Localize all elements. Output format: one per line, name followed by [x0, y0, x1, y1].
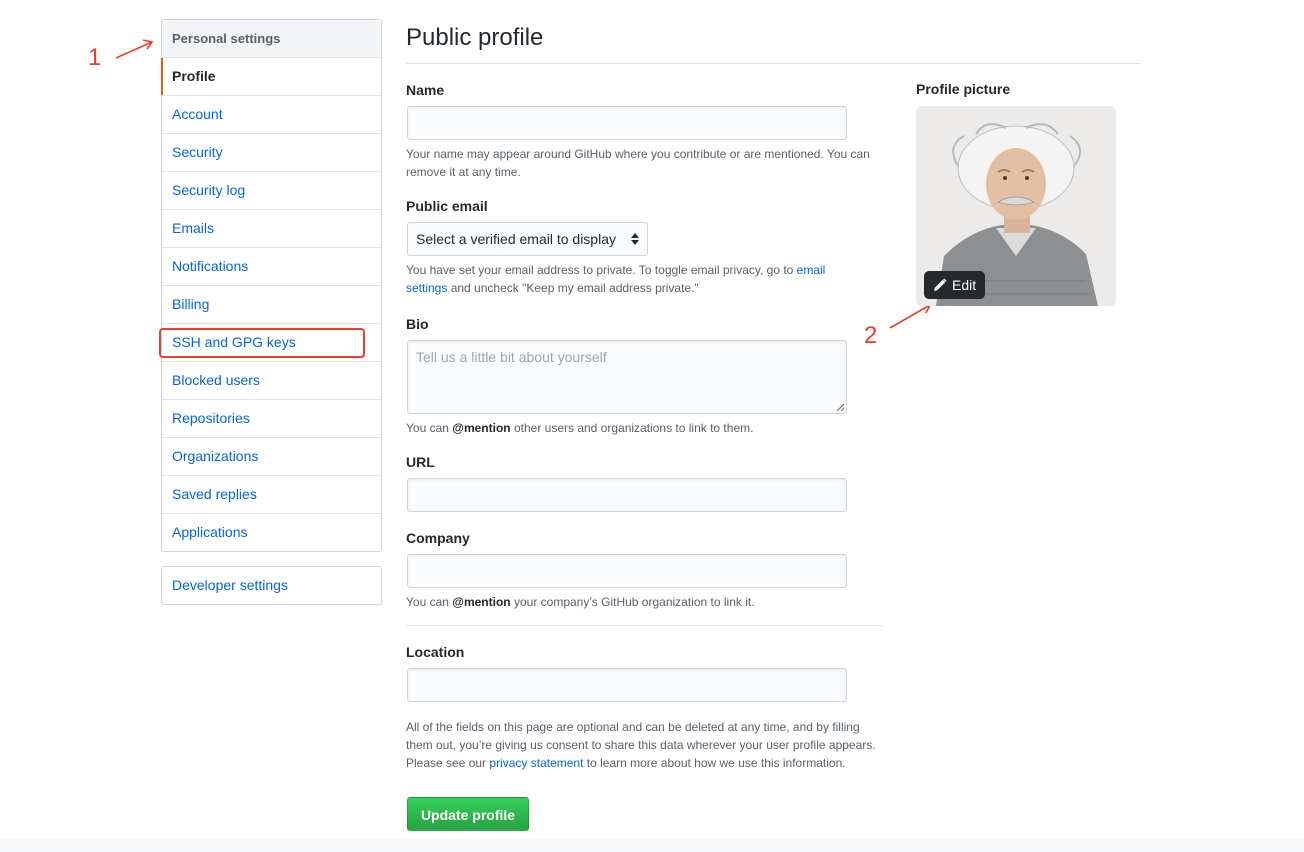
section-divider: [406, 625, 884, 626]
sidebar-item-blocked-users[interactable]: Blocked users: [162, 362, 381, 400]
company-input[interactable]: [407, 554, 847, 588]
developer-settings-menu: Developer settings: [161, 566, 382, 605]
public-email-selected-value: Select a verified email to display: [416, 231, 616, 247]
annotation-arrow-2: [889, 303, 932, 329]
annotation-marker-1: 1: [88, 44, 102, 71]
consent-note-tail: to learn more about how we use this info…: [583, 756, 846, 770]
sidebar-item-security[interactable]: Security: [162, 134, 381, 172]
public-email-note: You have set your email address to priva…: [406, 261, 866, 297]
sidebar-item-applications[interactable]: Applications: [162, 514, 381, 551]
sidebar-item-repositories[interactable]: Repositories: [162, 400, 381, 438]
select-caret-icon: [631, 233, 639, 245]
sidebar-item-saved-replies[interactable]: Saved replies: [162, 476, 381, 514]
name-input[interactable]: [407, 106, 847, 140]
company-note-tail: your company’s GitHub organization to li…: [510, 595, 755, 609]
bio-placeholder: Tell us a little bit about yourself: [416, 349, 607, 365]
sidebar-heading: Personal settings: [162, 20, 381, 58]
company-label: Company: [406, 530, 470, 546]
update-profile-button[interactable]: Update profile: [407, 797, 529, 831]
public-email-note-text: You have set your email address to priva…: [406, 263, 797, 277]
bio-note-tail: other users and organizations to link to…: [510, 421, 754, 435]
bio-note-mention: @mention: [452, 421, 511, 435]
sidebar-item-security-log[interactable]: Security log: [162, 172, 381, 210]
bio-textarea[interactable]: Tell us a little bit about yourself: [407, 340, 847, 414]
page-title: Public profile: [406, 24, 544, 51]
public-email-select[interactable]: Select a verified email to display: [407, 222, 648, 256]
bio-note: You can @mention other users and organiz…: [406, 419, 876, 437]
company-note-mention: @mention: [452, 595, 511, 609]
edit-profile-picture-button[interactable]: Edit: [924, 271, 985, 299]
name-note: Your name may appear around GitHub where…: [406, 147, 870, 179]
sidebar-item-notifications[interactable]: Notifications: [162, 248, 381, 286]
pencil-icon: [934, 278, 947, 291]
page-footer-strip: [0, 838, 1304, 852]
bio-label: Bio: [406, 316, 429, 332]
consent-note: All of the fields on this page are optio…: [406, 718, 876, 772]
annotation-arrow-1: [115, 39, 154, 59]
sidebar-item-account[interactable]: Account: [162, 96, 381, 134]
location-label: Location: [406, 644, 465, 660]
annotation-marker-2: 2: [864, 322, 878, 349]
sidebar-item-billing[interactable]: Billing: [162, 286, 381, 324]
sidebar-item-profile[interactable]: Profile: [161, 58, 381, 96]
public-email-label: Public email: [406, 198, 488, 214]
public-email-note-tail: and uncheck "Keep my email address priva…: [447, 281, 699, 295]
url-input[interactable]: [407, 478, 847, 512]
title-divider: [406, 63, 1141, 64]
sidebar-item-ssh-gpg-keys[interactable]: SSH and GPG keys: [162, 324, 381, 362]
edit-label: Edit: [952, 277, 977, 293]
resize-grip-icon[interactable]: [836, 403, 844, 411]
name-label: Name: [406, 82, 445, 98]
bio-note-text: You can: [406, 421, 453, 435]
privacy-statement-link[interactable]: privacy statement: [489, 756, 583, 770]
company-note-text: You can: [406, 595, 453, 609]
settings-sidebar: Personal settings Profile Account Securi…: [161, 19, 382, 552]
sidebar-item-emails[interactable]: Emails: [162, 210, 381, 248]
profile-picture-label: Profile picture: [916, 81, 1011, 97]
company-note: You can @mention your company’s GitHub o…: [406, 593, 876, 611]
sidebar-item-organizations[interactable]: Organizations: [162, 438, 381, 476]
sidebar-item-developer-settings[interactable]: Developer settings: [162, 567, 381, 604]
url-label: URL: [406, 454, 435, 470]
location-input[interactable]: [407, 668, 847, 702]
